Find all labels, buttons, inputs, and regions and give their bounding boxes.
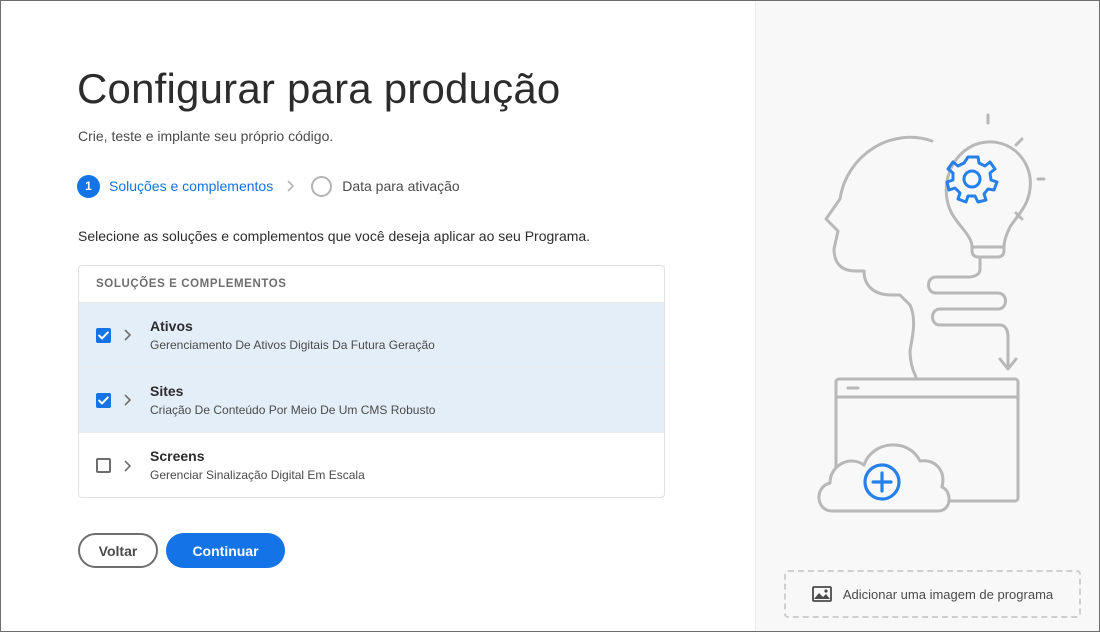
page-subtitle: Crie, teste e implante seu próprio códig… bbox=[78, 128, 334, 144]
step-2-indicator[interactable] bbox=[311, 175, 333, 197]
checkbox-screens[interactable] bbox=[96, 458, 111, 473]
illustration bbox=[817, 113, 1046, 513]
table-row-ativos[interactable]: Ativos Gerenciamento De Ativos Digitais … bbox=[79, 303, 664, 368]
step-1-number[interactable]: 1 bbox=[77, 174, 100, 198]
checkmark-icon bbox=[98, 395, 109, 404]
stepper: 1 Soluções e complementos Data para ativ… bbox=[77, 174, 460, 198]
solutions-table: SOLUÇÕES E COMPLEMENTOS Ativos Gerenciam… bbox=[78, 265, 665, 498]
image-icon bbox=[811, 586, 832, 602]
gear-icon bbox=[945, 155, 999, 204]
chevron-right-icon bbox=[287, 180, 297, 192]
table-header: SOLUÇÕES E COMPLEMENTOS bbox=[79, 266, 664, 303]
checkmark-icon bbox=[98, 330, 109, 339]
head-icon bbox=[824, 135, 934, 379]
add-program-image-button[interactable]: Adicionar uma imagem de programa bbox=[784, 570, 1081, 618]
row-description: Gerenciar Sinalização Digital Em Escala bbox=[150, 468, 365, 482]
page-title: Configurar para produção bbox=[77, 65, 561, 112]
lightbulb-icon bbox=[934, 113, 1046, 279]
chevron-right-icon[interactable] bbox=[124, 460, 134, 472]
add-image-label: Adicionar uma imagem de programa bbox=[842, 586, 1054, 602]
instruction-text: Selecione as soluções e complementos que… bbox=[78, 228, 591, 244]
checkbox-ativos[interactable] bbox=[96, 327, 111, 343]
step-1-label[interactable]: Soluções e complementos bbox=[109, 178, 273, 194]
row-description: Criação De Conteúdo Por Meio De Um CMS R… bbox=[150, 402, 436, 417]
cloud-add-icon bbox=[817, 443, 951, 513]
app-window: Configurar para produção Crie, teste e i… bbox=[0, 0, 1100, 632]
table-row-sites[interactable]: Sites Criação De Conteúdo Por Meio De Um… bbox=[79, 368, 664, 433]
main-panel: Configurar para produção Crie, teste e i… bbox=[1, 1, 755, 631]
row-title: Screens bbox=[150, 448, 205, 464]
step-2-label[interactable]: Data para ativação bbox=[342, 178, 460, 194]
back-button[interactable]: Voltar bbox=[78, 533, 158, 568]
row-title: Ativos bbox=[150, 317, 193, 334]
side-panel: Adicionar uma imagem de programa bbox=[755, 1, 1099, 631]
continue-button[interactable]: Continuar bbox=[166, 533, 285, 568]
checkbox-sites[interactable] bbox=[96, 392, 111, 408]
chevron-right-icon[interactable] bbox=[124, 329, 134, 341]
row-title: Sites bbox=[150, 382, 184, 399]
table-row-screens[interactable]: Screens Gerenciar Sinalização Digital Em… bbox=[79, 433, 664, 497]
row-description: Gerenciamento De Ativos Digitais Da Futu… bbox=[150, 337, 435, 352]
chevron-right-icon[interactable] bbox=[124, 394, 134, 406]
